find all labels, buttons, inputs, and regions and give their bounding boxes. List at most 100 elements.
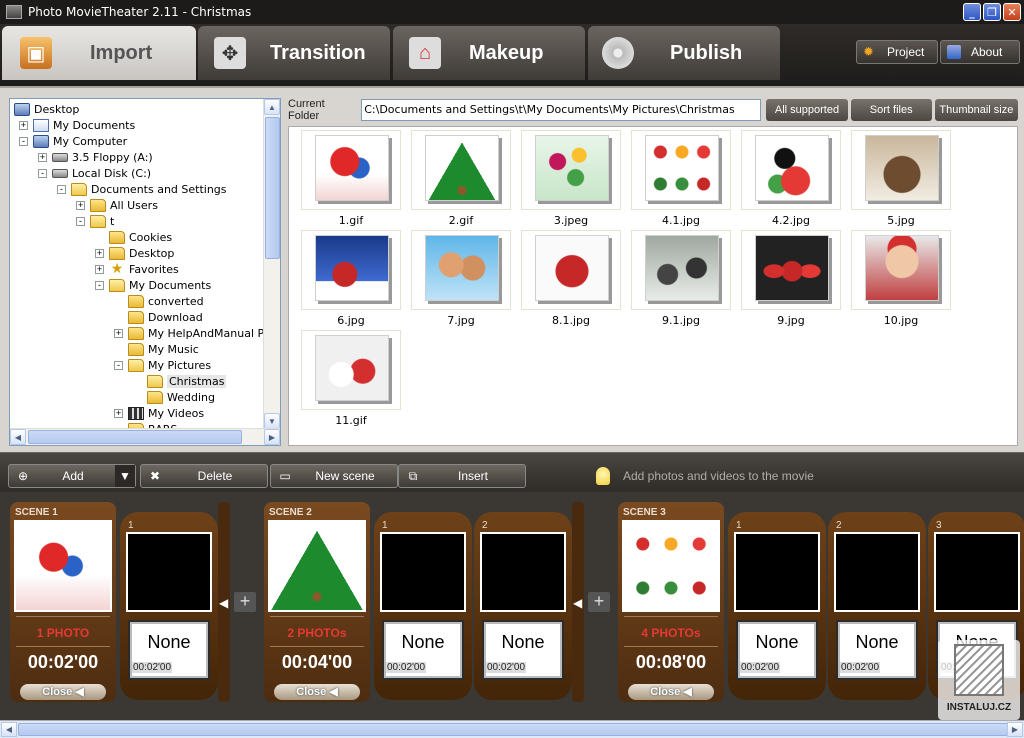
makeup-icon: ⌂: [409, 37, 441, 69]
collapse-icon[interactable]: -: [76, 217, 85, 226]
slide-card[interactable]: 2 None 00:02'00: [474, 512, 572, 700]
minimize-button[interactable]: _: [963, 3, 981, 21]
expand-icon[interactable]: +: [114, 329, 123, 338]
sort-files-button[interactable]: Sort files: [850, 99, 932, 121]
collapse-arrow-icon[interactable]: ◀: [219, 596, 228, 610]
insert-button[interactable]: ⧉ Insert: [398, 464, 526, 488]
tree-vertical-scrollbar[interactable]: ▲ ▼: [263, 99, 280, 429]
tree-node[interactable]: My Music: [128, 341, 199, 357]
scene-card[interactable]: SCENE 2 2 PHOTOs 00:04'00 Close ◀: [264, 502, 370, 702]
file-thumbnail[interactable]: 4.2.jpg: [741, 130, 841, 227]
project-button[interactable]: ✹ Project: [856, 40, 938, 64]
collapse-icon[interactable]: -: [114, 361, 123, 370]
tree-node-label: My Pictures: [148, 358, 212, 372]
scene-duration: 00:08'00: [635, 652, 707, 672]
folder-icon: [128, 294, 144, 308]
tree-node[interactable]: Wedding: [147, 389, 215, 405]
add-scene-icon[interactable]: +: [588, 592, 610, 612]
scroll-thumb[interactable]: [18, 723, 1008, 736]
scene-close-button[interactable]: Close ◀: [274, 684, 360, 700]
tree-node[interactable]: Christmas: [147, 373, 227, 389]
tree-node[interactable]: My HelpAndManual Proj: [128, 325, 265, 341]
collapse-icon[interactable]: -: [19, 137, 28, 146]
slide-card[interactable]: 1 None 00:02'00: [120, 512, 218, 700]
tree-node[interactable]: Documents and Settings: [71, 181, 227, 197]
file-thumbnail[interactable]: 7.jpg: [411, 230, 511, 327]
all-supported-button[interactable]: All supported: [766, 99, 848, 121]
file-thumbnail[interactable]: 3.jpeg: [521, 130, 621, 227]
file-thumbnail[interactable]: 11.gif: [301, 330, 401, 427]
storyboard-scrollbar[interactable]: ◀ ▶: [0, 720, 1024, 738]
new-scene-button[interactable]: ▭ New scene: [270, 464, 398, 488]
file-thumbnail[interactable]: 8.1.jpg: [521, 230, 621, 327]
scroll-thumb[interactable]: [28, 430, 242, 444]
tree-horizontal-scrollbar[interactable]: ◀ ▶: [10, 428, 280, 445]
scroll-left-icon[interactable]: ◀: [1, 722, 17, 737]
scroll-up-icon[interactable]: ▲: [264, 99, 280, 115]
file-thumbnail[interactable]: 9.1.jpg: [631, 230, 731, 327]
expand-icon[interactable]: +: [95, 249, 104, 258]
scroll-right-icon[interactable]: ▶: [1007, 722, 1023, 737]
expand-icon[interactable]: +: [38, 153, 47, 162]
tree-node[interactable]: 3.5 Floppy (A:): [52, 149, 153, 165]
delete-button[interactable]: ✖ Delete: [140, 464, 268, 488]
collapse-icon[interactable]: -: [57, 185, 66, 194]
add-scene-icon[interactable]: +: [234, 592, 256, 612]
file-thumbnail[interactable]: 9.jpg: [741, 230, 841, 327]
scene-card[interactable]: SCENE 1 1 PHOTO 00:02'00 Close ◀: [10, 502, 116, 702]
tree-node[interactable]: Desktop: [14, 101, 79, 117]
collapse-icon[interactable]: -: [38, 169, 47, 178]
tree-node[interactable]: My Documents: [109, 277, 211, 293]
maximize-button[interactable]: ❐: [983, 3, 1001, 21]
scroll-down-icon[interactable]: ▼: [264, 413, 280, 429]
about-button[interactable]: About: [940, 40, 1020, 64]
tree-node[interactable]: Download: [128, 309, 203, 325]
tree-node[interactable]: Desktop: [109, 245, 174, 261]
chevron-down-icon[interactable]: ▼: [115, 465, 135, 487]
scroll-thumb[interactable]: [265, 117, 280, 259]
tree-node[interactable]: Cookies: [109, 229, 172, 245]
tree-node[interactable]: converted: [128, 293, 204, 309]
tree-node[interactable]: Local Disk (C:): [52, 165, 151, 181]
tree-node[interactable]: My Computer: [33, 133, 127, 149]
file-thumbnail[interactable]: 10.jpg: [851, 230, 951, 327]
tree-node[interactable]: My Pictures: [128, 357, 211, 373]
tab-publish[interactable]: Publish: [588, 26, 780, 80]
expand-icon[interactable]: +: [95, 265, 104, 274]
file-thumbnail[interactable]: 6.jpg: [301, 230, 401, 327]
scene-photo-count: 4 PHOTOs: [641, 626, 701, 640]
file-thumbnail[interactable]: 2.gif: [411, 130, 511, 227]
slide-card[interactable]: 1 None 00:02'00: [728, 512, 826, 700]
file-thumbnail[interactable]: 4.1.jpg: [631, 130, 731, 227]
scroll-right-icon[interactable]: ▶: [264, 429, 280, 445]
tab-import[interactable]: ▣ Import: [2, 26, 196, 80]
expand-icon[interactable]: +: [114, 409, 123, 418]
folder-tree[interactable]: Desktop + My Documents - My Computer +3.5 Flo…: [9, 98, 281, 446]
expand-icon[interactable]: +: [19, 121, 28, 130]
slide-card[interactable]: 1 None 00:02'00: [374, 512, 472, 700]
expand-icon[interactable]: +: [76, 201, 85, 210]
scene-card[interactable]: SCENE 3 4 PHOTOs 00:08'00 Close ◀: [618, 502, 724, 702]
scroll-left-icon[interactable]: ◀: [10, 429, 26, 445]
tree-node[interactable]: My Documents: [33, 117, 135, 133]
tab-makeup[interactable]: ⌂ Makeup: [393, 26, 585, 80]
file-thumbnail[interactable]: 5.jpg: [851, 130, 951, 227]
close-button[interactable]: ✕: [1003, 3, 1021, 21]
scene-close-button[interactable]: Close ◀: [628, 684, 714, 700]
current-folder-path[interactable]: C:\Documents and Settings\t\My Documents…: [361, 99, 762, 121]
tab-transition[interactable]: ✥ Transition: [198, 26, 390, 80]
scene-close-button[interactable]: Close ◀: [20, 684, 106, 700]
file-thumbnail[interactable]: 1.gif: [301, 130, 401, 227]
add-button[interactable]: ⊕ Add ▼: [8, 464, 136, 488]
slide-card[interactable]: 2 None 00:02'00: [828, 512, 926, 700]
tree-node[interactable]: ★ Favorites: [109, 261, 179, 277]
thumbnail-size-button[interactable]: Thumbnail size: [934, 99, 1018, 121]
tree-node[interactable]: t: [90, 213, 114, 229]
tab-label: Transition: [270, 41, 366, 64]
import-icon: ▣: [20, 37, 52, 69]
tree-node[interactable]: My Videos: [128, 405, 204, 421]
window-title: Photo MovieTheater 2.11 - Christmas: [28, 5, 252, 19]
tree-node[interactable]: All Users: [90, 197, 158, 213]
collapse-arrow-icon[interactable]: ◀: [573, 596, 582, 610]
collapse-icon[interactable]: -: [95, 281, 104, 290]
